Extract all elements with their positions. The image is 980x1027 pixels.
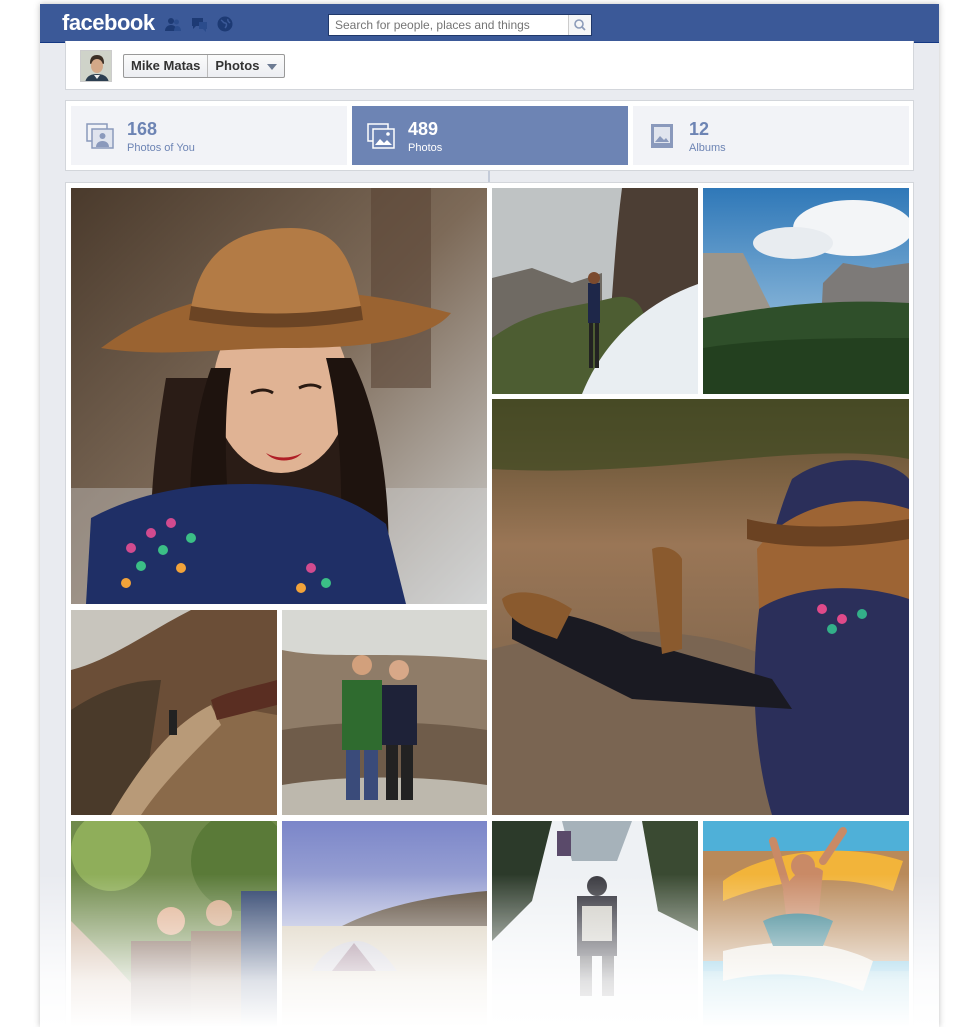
sitting-woman-on-rock: [492, 399, 909, 815]
profile-header: Mike Matas Photos: [65, 41, 914, 90]
profile-picture: [81, 51, 111, 81]
photo-tile[interactable]: [282, 821, 487, 1027]
photo-tile[interactable]: [492, 821, 698, 1027]
avatar[interactable]: [80, 50, 112, 82]
tab-photos-of-you[interactable]: 168 Photos of You: [71, 106, 347, 165]
tab-label: Photos of You: [127, 142, 195, 154]
messages-icon[interactable]: [190, 15, 208, 33]
hiker-on-snowy-cliff: [492, 188, 698, 394]
search-icon: [574, 19, 586, 31]
tab-albums[interactable]: 12 Albums: [633, 106, 909, 165]
photo-tile[interactable]: [703, 821, 909, 1027]
friends-laughing: [71, 821, 277, 1027]
chevron-down-icon: [267, 63, 278, 70]
photo-tabs: 168 Photos of You 489 Photos 12 Albums: [65, 100, 914, 171]
woman-in-hat-portrait: [71, 188, 487, 604]
tab-count: 489: [408, 119, 439, 139]
facebook-page: facebook Search for people, places and t…: [40, 4, 939, 1027]
photo-tile[interactable]: [492, 399, 909, 815]
photos-of-you-icon: [86, 123, 114, 149]
photo-tile[interactable]: [71, 610, 277, 815]
search-box: [328, 14, 592, 36]
tab-photos[interactable]: 489 Photos: [352, 106, 628, 165]
breadcrumb-profile-name[interactable]: Mike Matas: [124, 55, 209, 77]
breadcrumb-section-dropdown[interactable]: Photos: [208, 55, 284, 77]
photo-tile[interactable]: [71, 821, 277, 1027]
photo-grid: [65, 182, 914, 1027]
photo-tile[interactable]: [703, 188, 909, 394]
albums-icon: [648, 123, 676, 149]
facebook-logo[interactable]: facebook: [62, 10, 155, 36]
man-jumping-by-pool: [703, 821, 909, 1027]
notifications-globe-icon[interactable]: [216, 15, 234, 33]
tent-on-beach: [282, 821, 487, 1027]
breadcrumb: Mike Matas Photos: [123, 54, 286, 78]
tab-label: Albums: [689, 142, 726, 154]
breadcrumb-section-label: Photos: [215, 58, 260, 73]
cliff-trail: [71, 610, 277, 815]
top-bar: facebook: [40, 4, 939, 43]
photo-tile[interactable]: [282, 610, 487, 815]
tab-count: 168: [127, 119, 158, 139]
couple-on-summit: [282, 610, 487, 815]
photos-icon: [367, 123, 395, 149]
search-input[interactable]: [329, 15, 569, 35]
tab-label: Photos: [408, 142, 443, 154]
friend-requests-icon[interactable]: [164, 15, 182, 33]
snowy-trail-hiker: [492, 821, 698, 1027]
search-button[interactable]: [568, 15, 591, 35]
yosemite-valley: [703, 188, 909, 394]
tab-connector: [488, 171, 490, 182]
photo-tile[interactable]: [71, 188, 487, 604]
photo-tile[interactable]: [492, 188, 698, 394]
tab-count: 12: [689, 119, 710, 139]
